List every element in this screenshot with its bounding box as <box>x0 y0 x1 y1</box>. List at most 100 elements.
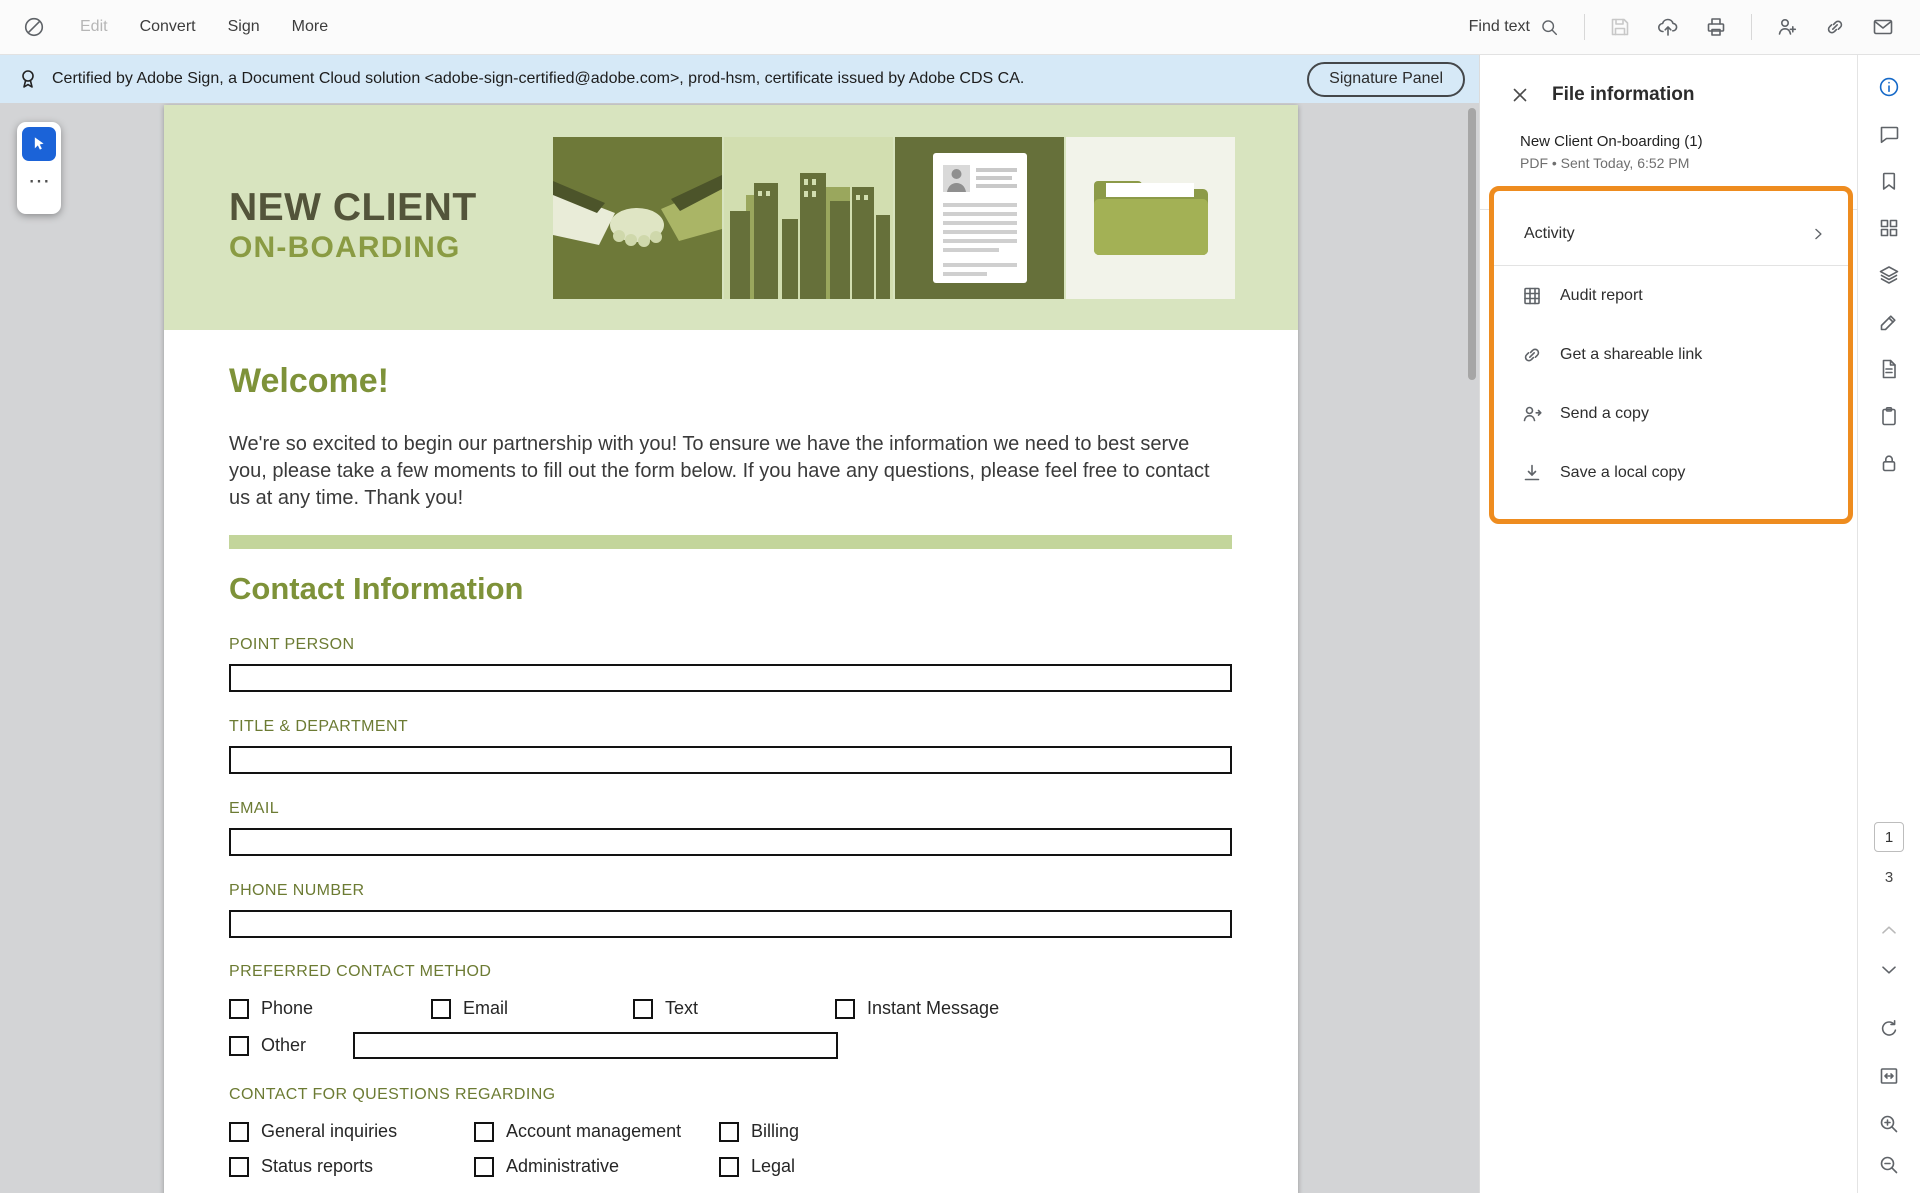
document-icon <box>1877 357 1901 381</box>
email-checkbox[interactable] <box>431 999 451 1019</box>
mail-icon <box>1871 15 1895 39</box>
page-thumbnails-tab[interactable] <box>1876 215 1902 241</box>
chevron-right-icon <box>1808 224 1828 244</box>
file-meta: PDF • Sent Today, 6:52 PM <box>1520 155 1857 171</box>
email-field[interactable] <box>229 828 1232 856</box>
signatures-tab[interactable] <box>1876 309 1902 335</box>
search-icon <box>1539 17 1560 38</box>
preferred-contact-row: Phone Email Text <box>229 998 1233 1019</box>
layers-tab[interactable] <box>1876 262 1902 288</box>
intro-paragraph: We're so excited to begin our partnershi… <box>229 431 1224 512</box>
billing-label: Billing <box>751 1121 799 1142</box>
send-a-copy-label: Send a copy <box>1560 405 1649 423</box>
zoom-in-button[interactable] <box>1876 1111 1902 1137</box>
get-shareable-link-item[interactable]: Get a shareable link <box>1494 325 1848 384</box>
phone-checkbox[interactable] <box>229 999 249 1019</box>
more-tools-button[interactable]: ⋯ <box>28 170 50 192</box>
document-viewport: ⋯ NEW CLIENT ON-BOARDING <box>0 103 1479 1193</box>
instant-message-checkbox-label: Instant Message <box>867 998 999 1019</box>
other-checkbox-label: Other <box>261 1035 306 1056</box>
phone-number-field[interactable] <box>229 910 1232 938</box>
highlighted-actions-box: Activity Audit report Get a shareable li… <box>1489 186 1853 524</box>
vertical-scrollbar[interactable] <box>1468 108 1476 380</box>
checkbox-item: Administrative <box>474 1156 719 1177</box>
rotate-view-button[interactable] <box>1876 1016 1902 1042</box>
app-menu-icon[interactable] <box>16 9 52 45</box>
menu-more[interactable]: More <box>278 11 342 43</box>
save-to-cloud-button[interactable] <box>1647 7 1689 47</box>
form-header-band: NEW CLIENT ON-BOARDING <box>164 105 1298 330</box>
administrative-checkbox[interactable] <box>474 1157 494 1177</box>
checkbox-item: Instant Message <box>835 998 999 1019</box>
previous-page-button[interactable] <box>1876 917 1902 943</box>
toolbar-left: Edit Convert Sign More <box>16 9 342 45</box>
acrobat-window: Edit Convert Sign More Find text <box>0 0 1920 1193</box>
form-body: Welcome! We're so excited to begin our p… <box>164 330 1298 1177</box>
resume-document-image <box>895 137 1064 299</box>
general-inquiries-checkbox[interactable] <box>229 1122 249 1142</box>
header-image-strip <box>553 137 1235 299</box>
find-text-button[interactable]: Find text <box>1459 11 1570 44</box>
fit-page-button[interactable] <box>1876 1063 1902 1089</box>
add-person-icon <box>1775 15 1799 39</box>
form-title: NEW CLIENT ON-BOARDING <box>229 187 477 266</box>
content-area: Certified by Adobe Sign, a Document Clou… <box>0 55 1920 1193</box>
checkbox-item: General inquiries <box>229 1121 474 1142</box>
chevron-down-icon <box>1877 958 1901 982</box>
instant-message-checkbox[interactable] <box>835 999 855 1019</box>
save-icon <box>1608 15 1632 39</box>
content-tab[interactable] <box>1876 356 1902 382</box>
text-checkbox[interactable] <box>633 999 653 1019</box>
file-name: New Client On-boarding (1) <box>1520 133 1857 150</box>
toolbar-right: Find text <box>1459 7 1904 47</box>
next-page-button[interactable] <box>1876 957 1902 983</box>
save-local-copy-label: Save a local copy <box>1560 464 1685 482</box>
checkbox-item: Text <box>633 998 835 1019</box>
select-tool-button[interactable] <box>22 127 56 161</box>
print-button[interactable] <box>1695 7 1737 47</box>
comments-tab[interactable] <box>1876 121 1902 147</box>
menu-convert[interactable]: Convert <box>126 11 210 43</box>
checkbox-item: Other <box>229 1035 306 1056</box>
current-page-input[interactable]: 1 <box>1874 822 1904 852</box>
request-signatures-button[interactable] <box>1766 7 1808 47</box>
top-toolbar: Edit Convert Sign More Find text <box>0 0 1920 55</box>
share-link-button[interactable] <box>1814 7 1856 47</box>
status-reports-checkbox[interactable] <box>229 1157 249 1177</box>
point-person-field[interactable] <box>229 664 1232 692</box>
email-label: EMAIL <box>229 799 1233 819</box>
account-management-checkbox[interactable] <box>474 1122 494 1142</box>
link-icon <box>1520 343 1544 367</box>
questions-regarding-label: CONTACT FOR QUESTIONS REGARDING <box>229 1085 1233 1105</box>
save-button[interactable] <box>1599 7 1641 47</box>
text-checkbox-label: Text <box>665 998 698 1019</box>
download-icon <box>1520 461 1544 485</box>
right-column: File information New Client On-boarding … <box>1479 55 1920 1193</box>
refresh-icon <box>1877 1017 1901 1041</box>
chevron-up-icon <box>1877 918 1901 942</box>
send-a-copy-item[interactable]: Send a copy <box>1494 384 1848 443</box>
bookmarks-tab[interactable] <box>1876 168 1902 194</box>
signature-panel-button[interactable]: Signature Panel <box>1307 62 1465 97</box>
file-summary: New Client On-boarding (1) PDF • Sent To… <box>1480 133 1857 171</box>
other-text-field[interactable] <box>353 1032 838 1059</box>
legal-checkbox[interactable] <box>719 1157 739 1177</box>
title-department-label: TITLE & DEPARTMENT <box>229 717 1233 737</box>
file-information-tab[interactable] <box>1876 74 1902 100</box>
title-department-field[interactable] <box>229 746 1232 774</box>
checkbox-item: Status reports <box>229 1156 474 1177</box>
activity-row[interactable]: Activity <box>1494 203 1848 265</box>
cursor-icon <box>29 134 49 154</box>
close-panel-button[interactable] <box>1506 81 1534 109</box>
other-checkbox[interactable] <box>229 1036 249 1056</box>
billing-checkbox[interactable] <box>719 1122 739 1142</box>
get-shareable-link-label: Get a shareable link <box>1560 346 1702 364</box>
form-field: EMAIL <box>229 799 1233 856</box>
save-local-copy-item[interactable]: Save a local copy <box>1494 443 1848 502</box>
security-tab[interactable] <box>1876 450 1902 476</box>
zoom-out-button[interactable] <box>1876 1152 1902 1178</box>
attachments-tab[interactable] <box>1876 403 1902 429</box>
audit-report-item[interactable]: Audit report <box>1494 266 1848 325</box>
send-by-email-button[interactable] <box>1862 7 1904 47</box>
menu-sign[interactable]: Sign <box>214 11 274 43</box>
